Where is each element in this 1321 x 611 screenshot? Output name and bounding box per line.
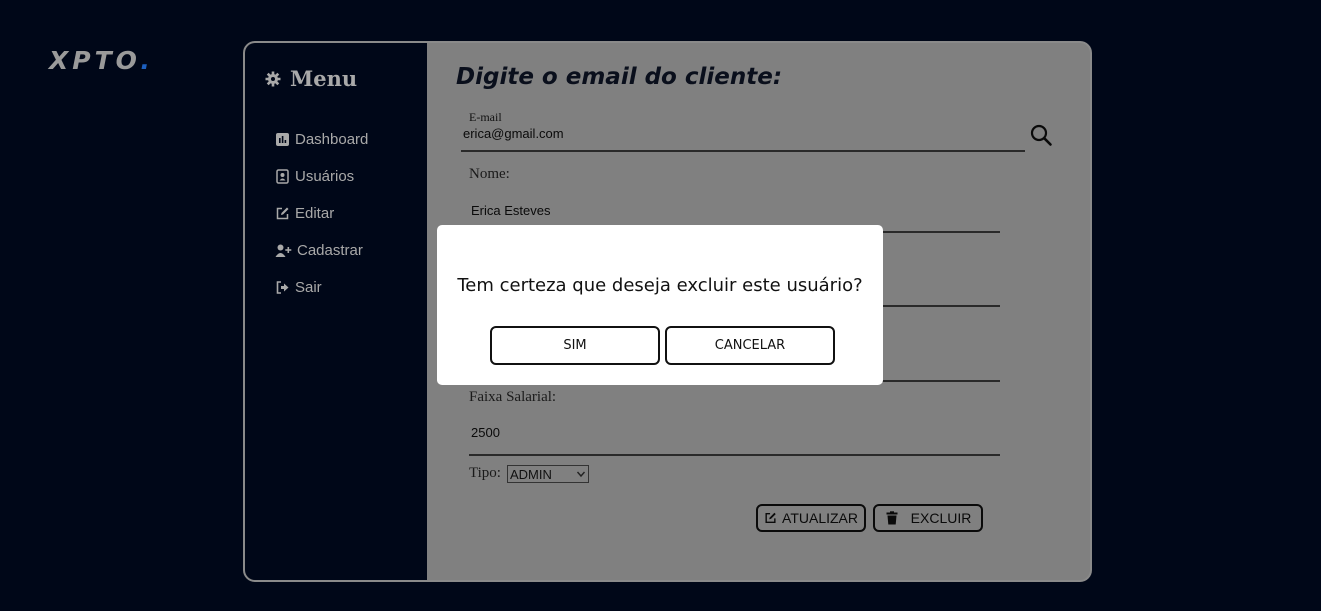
sidebar-item-label: Sair: [295, 279, 322, 296]
sidebar-item-sair[interactable]: Sair: [275, 269, 368, 306]
delete-button-label: EXCLUIR: [910, 510, 972, 526]
sidebar: Menu Dashboard Usuários Editar Cadastrar…: [245, 43, 427, 580]
user-plus-icon: [275, 244, 292, 257]
update-button[interactable]: ATUALIZAR: [756, 504, 866, 532]
update-button-label: ATUALIZAR: [782, 510, 858, 526]
trash-icon: [886, 511, 898, 525]
brand-name: XPTO: [49, 46, 141, 75]
gear-icon: [265, 71, 281, 86]
confirm-dialog-message: Tem certeza que deseja excluir este usuá…: [457, 275, 863, 296]
sidebar-item-label: Cadastrar: [297, 242, 363, 259]
chevron-down-icon: [576, 471, 586, 478]
sidebar-item-label: Dashboard: [295, 131, 369, 148]
salario-label: Faixa Salarial:: [469, 389, 557, 405]
menu-title: Menu: [265, 66, 357, 91]
brand-dot: .: [140, 46, 154, 75]
nome-label: Nome:: [469, 166, 510, 182]
tipo-select[interactable]: ADMIN: [507, 465, 589, 483]
edit-icon: [276, 207, 289, 220]
search-icon[interactable]: [1029, 123, 1053, 147]
email-field[interactable]: [463, 126, 883, 141]
sidebar-item-usuarios[interactable]: Usuários: [275, 158, 368, 195]
sidebar-nav: Dashboard Usuários Editar Cadastrar Sair: [275, 121, 368, 306]
brand-logo: XPTO.: [49, 46, 154, 75]
tipo-selected-value: ADMIN: [510, 466, 552, 482]
confirm-cancel-button[interactable]: CANCELAR: [665, 326, 835, 365]
salario-underline: [469, 454, 1000, 456]
sidebar-item-label: Editar: [295, 205, 335, 222]
sidebar-item-cadastrar[interactable]: Cadastrar: [275, 232, 368, 269]
delete-button[interactable]: EXCLUIR: [873, 504, 983, 532]
logout-icon: [276, 281, 289, 294]
sidebar-item-dashboard[interactable]: Dashboard: [275, 121, 368, 158]
menu-title-label: Menu: [290, 66, 358, 91]
salario-field[interactable]: [471, 425, 871, 440]
chart-icon: [276, 133, 289, 146]
confirm-yes-button[interactable]: SIM: [490, 326, 660, 365]
sidebar-item-editar[interactable]: Editar: [275, 195, 368, 232]
sidebar-item-label: Usuários: [295, 168, 355, 185]
nome-field[interactable]: [471, 203, 871, 218]
page-title: Digite o email do cliente:: [456, 64, 783, 90]
tipo-label: Tipo:: [469, 465, 501, 481]
email-underline: [461, 150, 1025, 152]
email-label: E-mail: [469, 110, 502, 124]
confirm-dialog: Tem certeza que deseja excluir este usuá…: [437, 225, 883, 385]
contact-icon: [276, 169, 289, 184]
edit-icon: [765, 512, 776, 524]
